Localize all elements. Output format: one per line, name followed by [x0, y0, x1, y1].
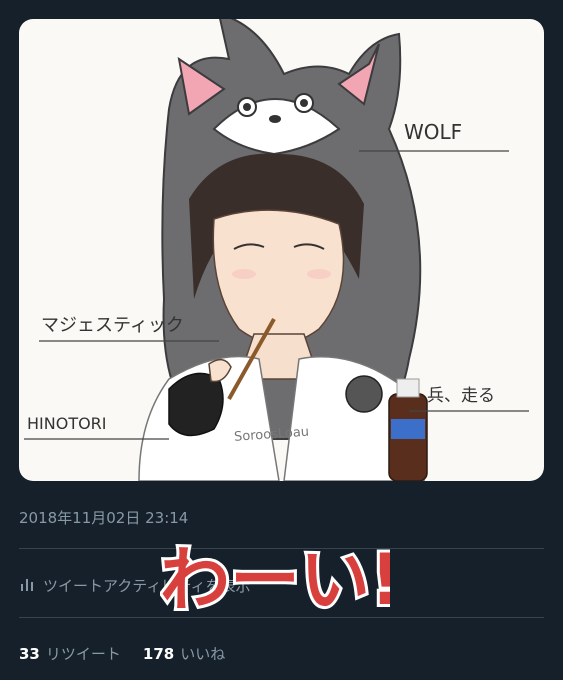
shoulder-plush — [345, 375, 383, 413]
like-count: 178 — [142, 645, 175, 663]
divider — [19, 548, 544, 549]
label-heisoru: 兵、走る — [427, 386, 495, 406]
label-wolf: WOLF — [404, 120, 462, 144]
tweet-activity-link[interactable]: ツイートアクティビティを表示 — [19, 575, 250, 596]
gloved-hand — [168, 372, 224, 437]
label-hinotori: HINOTORI — [27, 414, 107, 433]
activity-label: ツイートアクティビティを表示 — [43, 577, 251, 595]
tweet-stats: 33 リツイート 178 いいね — [19, 643, 225, 664]
tweet-media-image[interactable]: WOLF マジェスティック HINOTORI 兵、走る SoroosLoau — [19, 19, 544, 481]
bar-chart-icon — [19, 576, 35, 596]
retweet-label: リツイート — [45, 645, 121, 663]
retweets-stat[interactable]: 33 リツイート — [19, 643, 121, 664]
retweet-count: 33 — [19, 645, 40, 663]
tweet-timestamp[interactable]: 2018年11月02日 23:14 — [19, 507, 188, 528]
likes-stat[interactable]: 178 いいね — [143, 643, 225, 664]
anime-illustration: WOLF マジェスティック HINOTORI 兵、走る SoroosLoau — [24, 19, 529, 481]
overlay-handwritten-text: わーい! — [157, 522, 405, 626]
label-majestic: マジェスティック — [41, 315, 184, 336]
like-label: いいね — [180, 645, 226, 663]
divider — [19, 617, 544, 618]
